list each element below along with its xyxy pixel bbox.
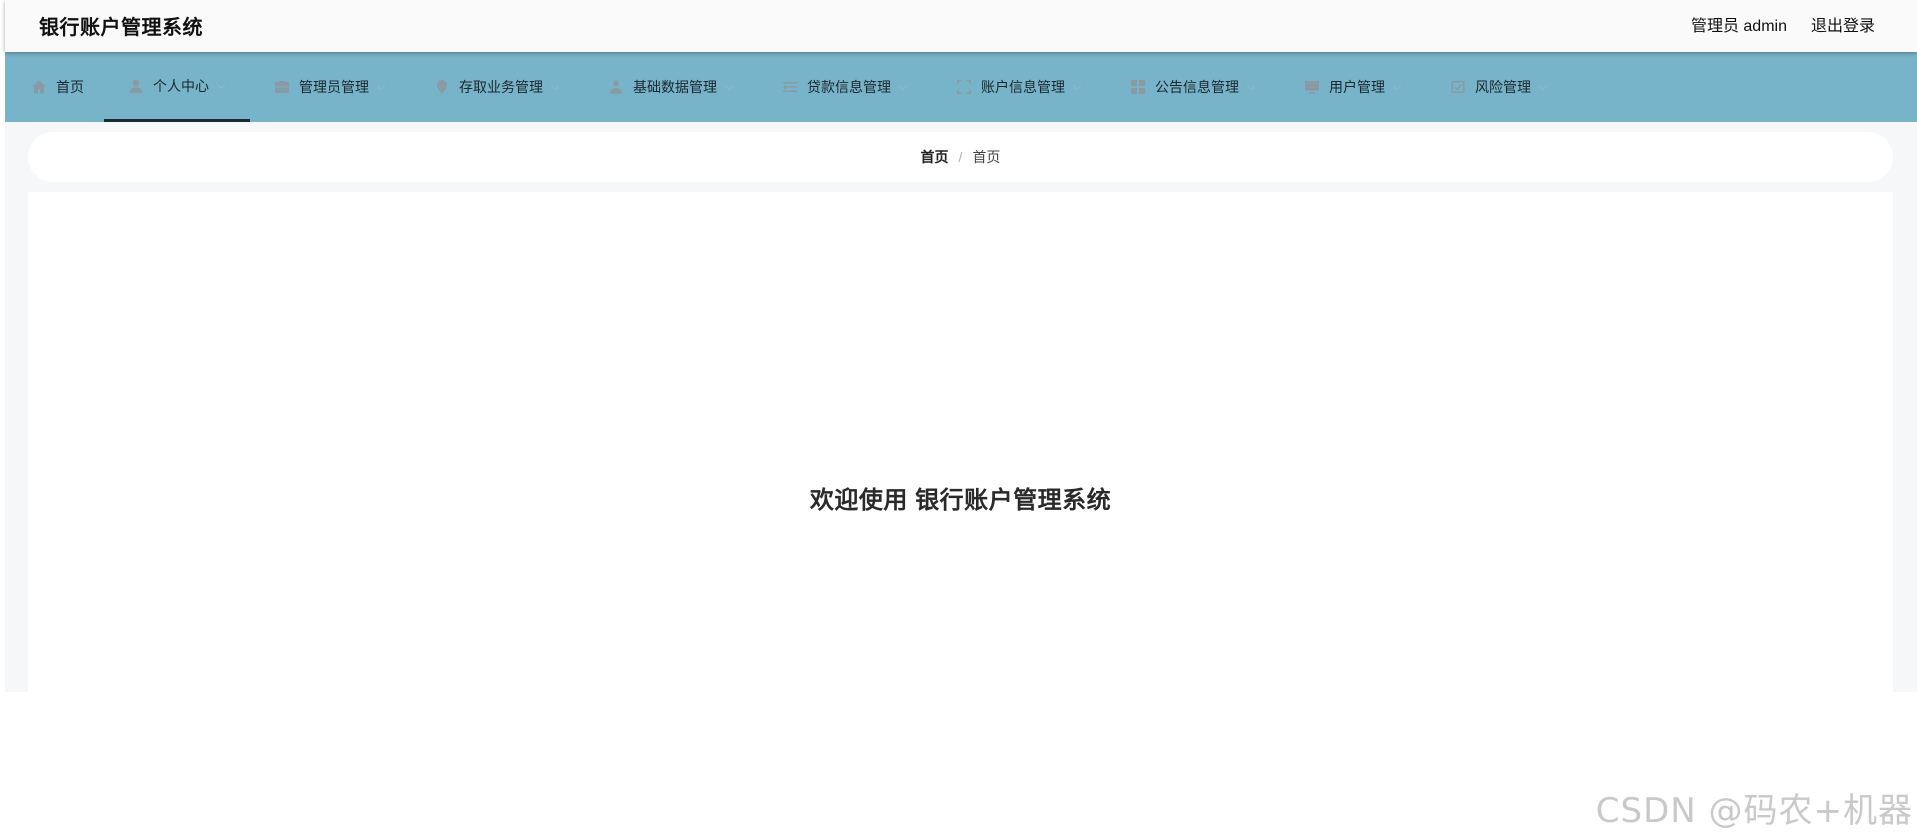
briefcase-icon: [274, 79, 290, 95]
nav-item-loan-info[interactable]: 贷款信息管理: [758, 52, 932, 122]
nav-item-label: 个人中心: [153, 77, 209, 94]
breadcrumb-separator: /: [958, 149, 963, 165]
watermark: CSDN @码农+机器: [1595, 791, 1913, 831]
current-user-label: 管理员 admin: [1690, 18, 1787, 35]
person-icon: [608, 79, 624, 95]
sliders-icon: [782, 79, 798, 95]
chevron-down-icon: [376, 82, 386, 92]
chevron-down-icon: [1392, 82, 1402, 92]
chevron-down-icon: [550, 82, 560, 92]
nav-item-account-info[interactable]: 账户信息管理: [932, 52, 1106, 122]
user-icon: [128, 78, 144, 94]
checkbox-icon: [1450, 79, 1466, 95]
fullscreen-icon: [956, 79, 972, 95]
chevron-down-icon: [1246, 82, 1256, 92]
nav-item-base-data[interactable]: 基础数据管理: [584, 52, 758, 122]
app-root: 银行账户管理系统 管理员 admin 退出登录 首页 个人中心 管理员管理 存取…: [5, 0, 1917, 692]
chevron-down-icon: [724, 82, 734, 92]
header-user-area: 管理员 admin 退出登录: [1691, 12, 1875, 36]
main-nav: 首页 个人中心 管理员管理 存取业务管理 基础数据管理 贷款信息管理 账户信息管…: [5, 52, 1917, 122]
nav-item-label: 基础数据管理: [633, 79, 717, 95]
location-pin-icon: [434, 79, 450, 95]
chevron-down-icon: [1538, 82, 1548, 92]
nav-item-label: 公告信息管理: [1155, 79, 1239, 95]
nav-item-personal-center[interactable]: 个人中心: [104, 52, 250, 122]
main-content-panel: 欢迎使用 银行账户管理系统: [28, 192, 1893, 692]
nav-item-label: 首页: [56, 79, 84, 95]
grid-icon: [1130, 79, 1146, 95]
nav-item-label: 用户管理: [1329, 79, 1385, 95]
nav-item-deposit-withdrawal[interactable]: 存取业务管理: [410, 52, 584, 122]
welcome-message: 欢迎使用 银行账户管理系统: [809, 487, 1112, 514]
breadcrumb: 首页 / 首页: [28, 132, 1893, 182]
top-header: 银行账户管理系统 管理员 admin 退出登录: [5, 0, 1917, 52]
breadcrumb-current: 首页: [972, 149, 1001, 165]
nav-item-admin-management[interactable]: 管理员管理: [250, 52, 410, 122]
chevron-down-icon: [216, 81, 226, 91]
nav-item-home[interactable]: 首页: [25, 52, 104, 122]
logout-button[interactable]: 退出登录: [1811, 12, 1875, 36]
nav-item-label: 存取业务管理: [459, 79, 543, 95]
nav-item-label: 贷款信息管理: [807, 79, 891, 95]
nav-item-label: 账户信息管理: [981, 79, 1065, 95]
home-icon: [31, 79, 47, 95]
nav-item-label: 管理员管理: [299, 79, 369, 95]
chevron-down-icon: [1072, 82, 1082, 92]
chevron-down-icon: [898, 82, 908, 92]
nav-item-user-management[interactable]: 用户管理: [1280, 52, 1426, 122]
nav-item-announcement[interactable]: 公告信息管理: [1106, 52, 1280, 122]
monitor-icon: [1304, 79, 1320, 95]
nav-item-risk-management[interactable]: 风险管理: [1426, 52, 1572, 122]
nav-item-label: 风险管理: [1475, 79, 1531, 95]
app-title: 银行账户管理系统: [39, 17, 203, 39]
breadcrumb-home-link[interactable]: 首页: [921, 147, 949, 167]
